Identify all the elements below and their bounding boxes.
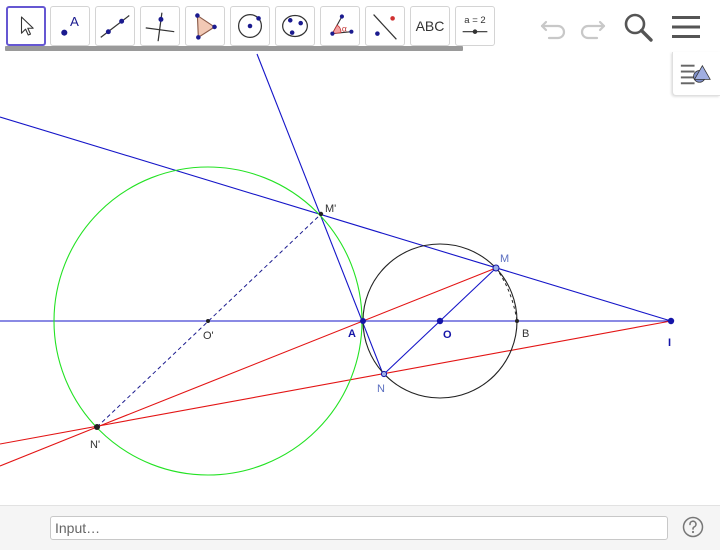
- point-M[interactable]: [492, 264, 500, 272]
- polygon-icon: [195, 13, 217, 40]
- label-M: M: [500, 253, 509, 265]
- slider-tool-button[interactable]: a = 2: [455, 6, 495, 46]
- line-through-M-prime-and-I[interactable]: [0, 116, 672, 322]
- label-B: B: [522, 328, 529, 340]
- move-tool-button[interactable]: [6, 6, 46, 46]
- input-field[interactable]: [50, 516, 668, 540]
- search-icon: [624, 13, 653, 42]
- point-N-prime[interactable]: [94, 424, 100, 430]
- line-through-two-points-icon: [100, 15, 130, 38]
- text-tool-label: ABC: [415, 18, 445, 34]
- redo-icon: [580, 20, 606, 40]
- style-bar-toggle-button[interactable]: [672, 52, 720, 96]
- dashed-arc-M-B[interactable]: [495, 267, 518, 322]
- geogebra-app: A α ABC a = 2 M' M O' A O B N I N' Input…: [0, 0, 720, 550]
- angle-icon: α: [330, 14, 354, 36]
- label-N-prime: N': [90, 439, 100, 451]
- label-A: A: [348, 328, 356, 340]
- style-bar-toggle-icon: [680, 64, 711, 85]
- point-tool-label: A: [70, 14, 79, 29]
- label-O: O: [443, 329, 452, 341]
- reflect-tool-button[interactable]: [365, 6, 405, 46]
- circle-center-point-icon: [237, 13, 263, 39]
- hamburger-menu-icon: [672, 16, 700, 38]
- help-button[interactable]: [682, 516, 704, 538]
- point-O[interactable]: [436, 317, 444, 325]
- point-O-prime[interactable]: [206, 319, 210, 323]
- point-M-prime[interactable]: [318, 211, 324, 217]
- algebra-input-bar: [0, 505, 720, 550]
- line-N-prime-I[interactable]: [0, 320, 672, 445]
- line-N-prime-M[interactable]: [96, 267, 497, 428]
- search-button[interactable]: [621, 10, 655, 44]
- label-I: I: [668, 337, 671, 349]
- angle-tool-button[interactable]: α: [320, 6, 360, 46]
- construction-canvas: M' M O' A O B N I N': [0, 53, 675, 476]
- text-tool-button[interactable]: ABC: [410, 6, 450, 46]
- toolbar-scrollbar[interactable]: [5, 46, 463, 51]
- circle-three-points-tool-button[interactable]: [275, 6, 315, 46]
- undo-icon: [540, 20, 566, 40]
- perpendicular-line-tool-button[interactable]: [140, 6, 180, 46]
- undo-button[interactable]: [537, 10, 571, 44]
- point-B[interactable]: [515, 319, 519, 323]
- point-A[interactable]: [360, 318, 366, 324]
- cursor-arrow-icon: [20, 16, 34, 36]
- point-I[interactable]: [667, 317, 675, 325]
- redo-button[interactable]: [575, 10, 609, 44]
- point-tool-button[interactable]: A: [50, 6, 90, 46]
- point-N[interactable]: [380, 370, 388, 378]
- polygon-tool-button[interactable]: [185, 6, 225, 46]
- angle-tool-label: α: [342, 24, 347, 34]
- perpendicular-line-icon: [145, 12, 175, 42]
- help-question-icon: [682, 516, 704, 538]
- circle-three-points-icon: [282, 14, 308, 38]
- point-icon: A: [61, 14, 79, 36]
- toolbar: A α ABC a = 2: [0, 0, 720, 52]
- main-menu-button[interactable]: [669, 10, 703, 44]
- slider-tool-label: a = 2: [464, 15, 485, 26]
- graphics-view[interactable]: M' M O' A O B N I N': [0, 52, 720, 505]
- line-N-prime-extension[interactable]: [0, 426, 98, 467]
- label-M-prime: M': [325, 203, 336, 215]
- circle-center-point-tool-button[interactable]: [230, 6, 270, 46]
- slider-icon: a = 2: [462, 15, 488, 34]
- label-N: N: [377, 383, 385, 395]
- label-O-prime: O': [203, 330, 214, 342]
- line-tool-button[interactable]: [95, 6, 135, 46]
- reflect-about-line-icon: [373, 14, 397, 40]
